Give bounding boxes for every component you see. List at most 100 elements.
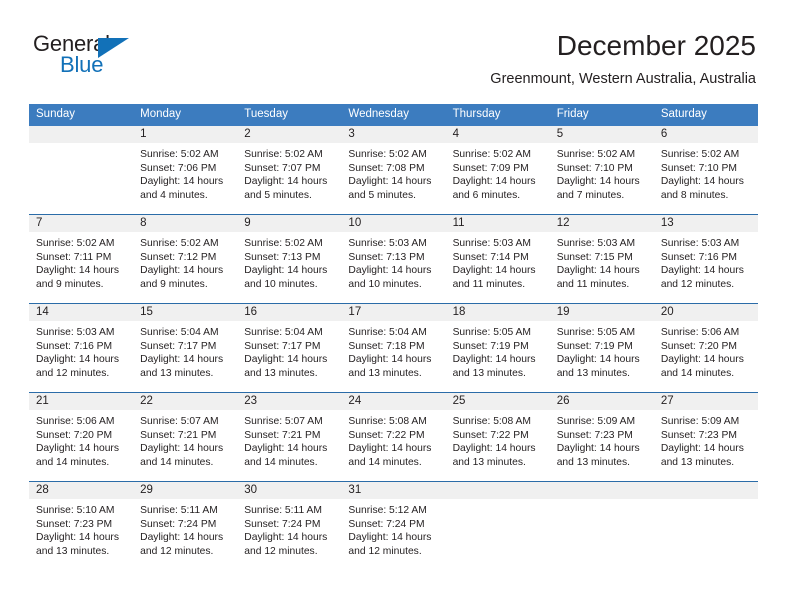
- calendar-day-cell[interactable]: 22 Sunrise: 5:07 AM Sunset: 7:21 PM Dayligh…: [133, 392, 238, 482]
- calendar-day-cell[interactable]: 1 Sunrise: 5:02 AM Sunset: 7:06 PM Daylight…: [133, 126, 238, 215]
- sunset-text: Sunset: 7:13 PM: [244, 251, 321, 263]
- sunset-text: Sunset: 7:07 PM: [244, 162, 321, 174]
- daylight-text-line2: and 12 minutes.: [140, 545, 214, 557]
- calendar-day-cell[interactable]: 2 Sunrise: 5:02 AM Sunset: 7:07 PM Daylight…: [237, 126, 342, 215]
- calendar-day-cell[interactable]: 19 Sunrise: 5:05 AM Sunset: 7:19 PM Dayligh…: [549, 303, 654, 393]
- daylight-text-line1: Daylight: 14 hours: [36, 532, 119, 544]
- daylight-text-line1: Daylight: 14 hours: [556, 354, 640, 366]
- daylight-text-line2: and 12 minutes.: [348, 545, 422, 557]
- page-header: General Blue December 2025 Greenmount, W…: [0, 0, 792, 100]
- sunset-text: Sunset: 7:21 PM: [244, 429, 321, 441]
- daylight-text-line2: and 12 minutes.: [660, 278, 735, 290]
- day-sun-info: Sunrise: 5:05 AM Sunset: 7:19 PM Daylight:…: [446, 321, 550, 380]
- sunset-text: Sunset: 7:17 PM: [140, 340, 217, 352]
- calendar-day-cell[interactable]: 24 Sunrise: 5:08 AM Sunset: 7:22 PM Dayligh…: [341, 392, 446, 482]
- calendar-day-cell[interactable]: 21 Sunrise: 5:06 AM Sunset: 7:20 PM Dayligh…: [29, 392, 134, 482]
- day-sun-info: Sunrise: 5:07 AM Sunset: 7:21 PM Daylight:…: [237, 410, 341, 469]
- day-number: 20: [653, 304, 758, 321]
- calendar-day-cell[interactable]: 10 Sunrise: 5:03 AM Sunset: 7:13 PM Dayligh…: [341, 214, 446, 304]
- calendar-day-cell[interactable]: 9 Sunrise: 5:02 AM Sunset: 7:13 PM Daylight…: [237, 214, 342, 304]
- day-sun-info: Sunrise: 5:10 AM Sunset: 7:23 PM Daylight:…: [29, 499, 133, 558]
- day-sun-info: Sunrise: 5:03 AM Sunset: 7:14 PM Daylight:…: [446, 232, 550, 291]
- sunrise-text: Sunrise: 5:08 AM: [452, 416, 531, 427]
- calendar-day-cell[interactable]: 15 Sunrise: 5:04 AM Sunset: 7:17 PM Dayligh…: [133, 303, 238, 393]
- day-sun-info: Sunrise: 5:02 AM Sunset: 7:11 PM Daylight:…: [29, 232, 133, 291]
- daylight-text-line2: and 14 minutes.: [140, 456, 214, 468]
- calendar-day-cell[interactable]: 30 Sunrise: 5:11 AM Sunset: 7:24 PM Dayligh…: [237, 481, 342, 570]
- sunset-text: Sunset: 7:23 PM: [556, 429, 633, 441]
- daylight-text-line1: Daylight: 14 hours: [348, 532, 432, 544]
- calendar-day-cell[interactable]: 11 Sunrise: 5:03 AM Sunset: 7:14 PM Dayligh…: [445, 214, 550, 304]
- calendar-day-cell[interactable]: 13 Sunrise: 5:03 AM Sunset: 7:16 PM Dayligh…: [653, 214, 758, 304]
- calendar-day-cell[interactable]: 3 Sunrise: 5:02 AM Sunset: 7:08 PM Daylight…: [341, 126, 446, 215]
- calendar-day-cell-empty: [549, 481, 654, 570]
- sunset-text: Sunset: 7:23 PM: [36, 518, 113, 530]
- sunset-text: Sunset: 7:12 PM: [140, 251, 217, 263]
- daylight-text-line2: and 13 minutes.: [452, 367, 526, 379]
- sunrise-text: Sunrise: 5:10 AM: [36, 505, 115, 516]
- day-number: 2: [237, 126, 342, 143]
- calendar-day-cell[interactable]: 28 Sunrise: 5:10 AM Sunset: 7:23 PM Dayligh…: [29, 481, 134, 570]
- daylight-text-line2: and 14 minutes.: [660, 367, 735, 379]
- day-sun-info: Sunrise: 5:02 AM Sunset: 7:12 PM Daylight:…: [133, 232, 237, 291]
- day-sun-info: Sunrise: 5:03 AM Sunset: 7:16 PM Daylight:…: [29, 321, 133, 380]
- calendar-day-cell[interactable]: 25 Sunrise: 5:08 AM Sunset: 7:22 PM Dayligh…: [445, 392, 550, 482]
- calendar-day-cell[interactable]: 31 Sunrise: 5:12 AM Sunset: 7:24 PM Dayligh…: [341, 481, 446, 570]
- daylight-text-line1: Daylight: 14 hours: [452, 176, 536, 188]
- day-number: 19: [549, 304, 654, 321]
- calendar-day-cell[interactable]: 27 Sunrise: 5:09 AM Sunset: 7:23 PM Dayligh…: [653, 392, 758, 482]
- daylight-text-line2: and 14 minutes.: [244, 456, 318, 468]
- calendar-day-cell[interactable]: 16 Sunrise: 5:04 AM Sunset: 7:17 PM Dayligh…: [237, 303, 342, 393]
- calendar-day-cell[interactable]: 6 Sunrise: 5:02 AM Sunset: 7:10 PM Daylight…: [653, 126, 758, 215]
- daylight-text-line2: and 13 minutes.: [556, 367, 630, 379]
- calendar-week-row: 28 Sunrise: 5:10 AM Sunset: 7:23 PM Dayligh…: [29, 481, 758, 570]
- logo-text-blue: Blue: [60, 52, 104, 77]
- calendar-day-cell[interactable]: 17 Sunrise: 5:04 AM Sunset: 7:18 PM Dayligh…: [341, 303, 446, 393]
- daylight-text-line1: Daylight: 14 hours: [244, 354, 328, 366]
- calendar-day-cell[interactable]: 8 Sunrise: 5:02 AM Sunset: 7:12 PM Daylight…: [133, 214, 238, 304]
- calendar-day-cell[interactable]: 23 Sunrise: 5:07 AM Sunset: 7:21 PM Dayligh…: [237, 392, 342, 482]
- weekday-header-thursday: Thursday: [445, 104, 550, 126]
- weekday-header-saturday: Saturday: [653, 104, 758, 126]
- calendar-week-row: 14 Sunrise: 5:03 AM Sunset: 7:16 PM Dayligh…: [29, 303, 758, 393]
- sunrise-text: Sunrise: 5:02 AM: [36, 238, 115, 249]
- calendar-day-cell[interactable]: 14 Sunrise: 5:03 AM Sunset: 7:16 PM Dayligh…: [29, 303, 134, 393]
- daylight-text-line1: Daylight: 14 hours: [348, 176, 432, 188]
- daylight-text-line1: Daylight: 14 hours: [36, 265, 119, 277]
- calendar-day-cell[interactable]: 7 Sunrise: 5:02 AM Sunset: 7:11 PM Daylight…: [29, 214, 134, 304]
- calendar-day-cell[interactable]: 20 Sunrise: 5:06 AM Sunset: 7:20 PM Dayligh…: [653, 303, 758, 393]
- daylight-text-line1: Daylight: 14 hours: [556, 265, 640, 277]
- calendar-day-cell[interactable]: 5 Sunrise: 5:02 AM Sunset: 7:10 PM Daylight…: [549, 126, 654, 215]
- sunrise-text: Sunrise: 5:08 AM: [348, 416, 427, 427]
- day-number: 3: [341, 126, 446, 143]
- sunset-text: Sunset: 7:10 PM: [556, 162, 633, 174]
- day-number: 31: [341, 482, 446, 499]
- daylight-text-line1: Daylight: 14 hours: [452, 443, 536, 455]
- daylight-text-line1: Daylight: 14 hours: [660, 265, 744, 277]
- calendar-page: General Blue December 2025 Greenmount, W…: [0, 0, 792, 612]
- day-number: 23: [237, 393, 342, 410]
- daylight-text-line2: and 14 minutes.: [348, 456, 422, 468]
- sunset-text: Sunset: 7:20 PM: [660, 340, 737, 352]
- calendar-day-cell[interactable]: 18 Sunrise: 5:05 AM Sunset: 7:19 PM Dayligh…: [445, 303, 550, 393]
- day-sun-info: Sunrise: 5:02 AM Sunset: 7:10 PM Daylight:…: [550, 143, 654, 202]
- day-number: 25: [445, 393, 550, 410]
- daylight-text-line1: Daylight: 14 hours: [660, 354, 744, 366]
- sunrise-text: Sunrise: 5:04 AM: [140, 327, 219, 338]
- daylight-text-line1: Daylight: 14 hours: [348, 443, 432, 455]
- daylight-text-line1: Daylight: 14 hours: [140, 265, 224, 277]
- calendar-day-cell[interactable]: 4 Sunrise: 5:02 AM Sunset: 7:09 PM Daylight…: [445, 126, 550, 215]
- daylight-text-line2: and 11 minutes.: [556, 278, 630, 290]
- sunset-text: Sunset: 7:19 PM: [452, 340, 529, 352]
- sunset-text: Sunset: 7:18 PM: [348, 340, 425, 352]
- day-number: 4: [445, 126, 550, 143]
- calendar-day-cell[interactable]: 29 Sunrise: 5:11 AM Sunset: 7:24 PM Dayligh…: [133, 481, 238, 570]
- day-sun-info: Sunrise: 5:08 AM Sunset: 7:22 PM Daylight:…: [446, 410, 550, 469]
- calendar-day-cell[interactable]: 12 Sunrise: 5:03 AM Sunset: 7:15 PM Dayligh…: [549, 214, 654, 304]
- daylight-text-line2: and 14 minutes.: [36, 456, 110, 468]
- calendar-day-cell[interactable]: 26 Sunrise: 5:09 AM Sunset: 7:23 PM Dayligh…: [549, 392, 654, 482]
- sunrise-text: Sunrise: 5:02 AM: [556, 149, 636, 160]
- day-sun-info: Sunrise: 5:08 AM Sunset: 7:22 PM Daylight:…: [341, 410, 445, 469]
- sunrise-text: Sunrise: 5:03 AM: [36, 327, 115, 338]
- sunrise-text: Sunrise: 5:06 AM: [660, 327, 740, 338]
